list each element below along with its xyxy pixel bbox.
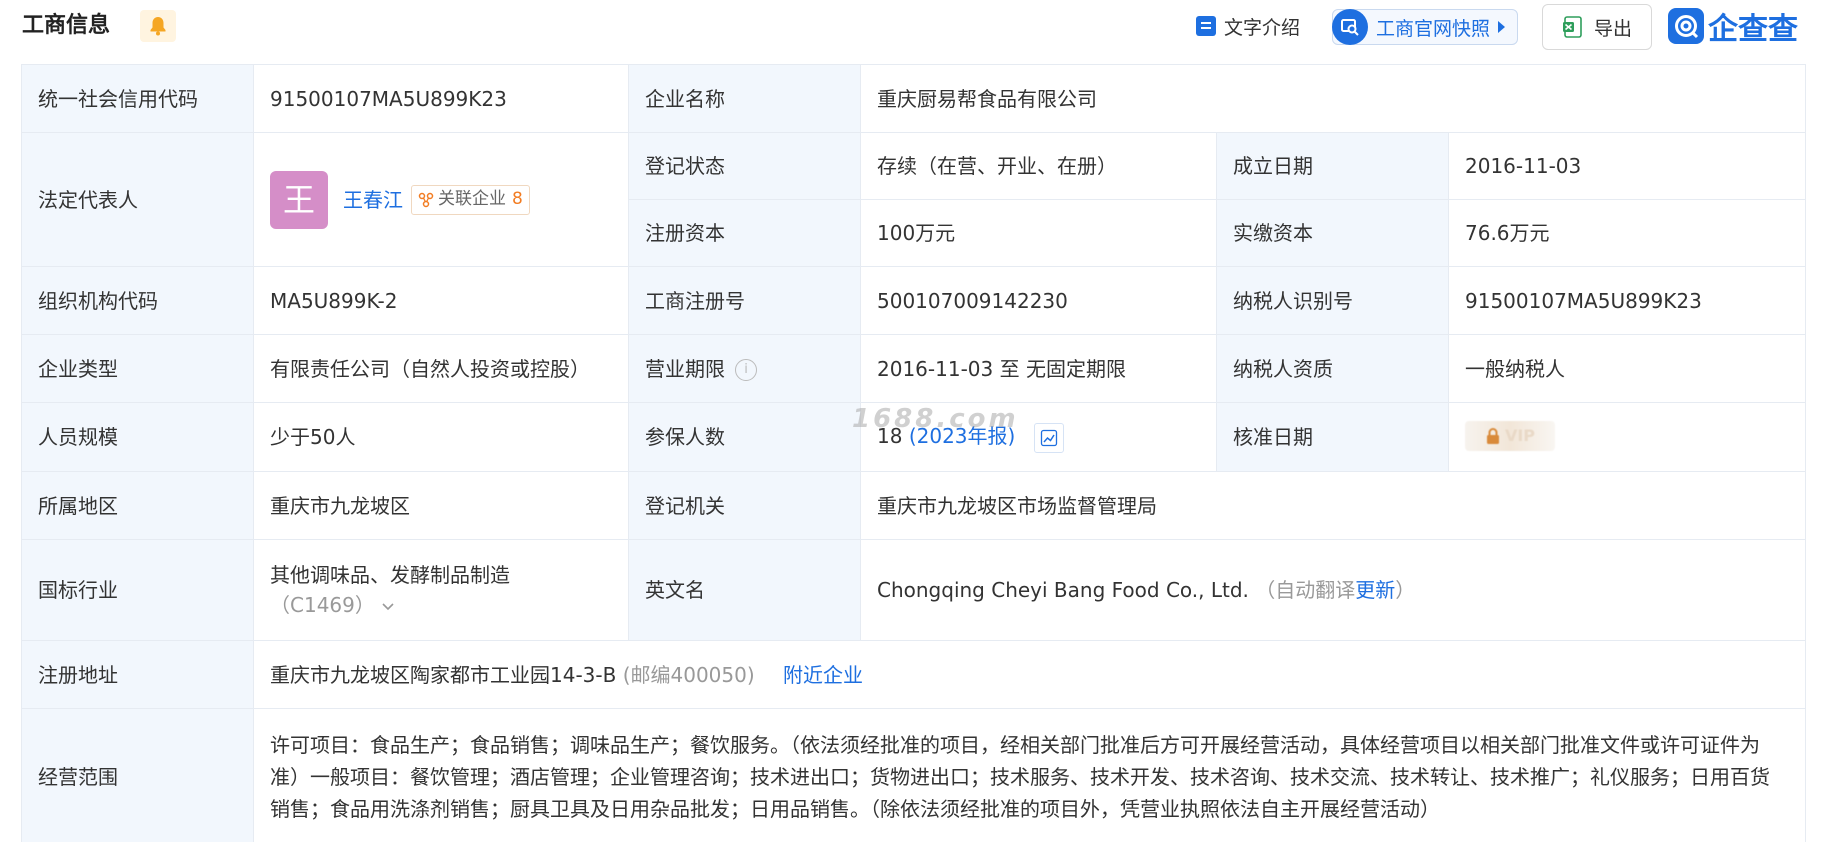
industry-value: 其他调味品、发酵制品制造 (270, 563, 510, 587)
reg-status-label: 登记状态 (628, 132, 861, 200)
industry-label: 国标行业 (21, 539, 254, 641)
lock-icon (1486, 428, 1499, 444)
company-name-value: 重庆厨易帮食品有限公司 (859, 64, 1807, 133)
reg-capital-value: 100万元 (860, 199, 1217, 267)
vip-label: VIP (1504, 426, 1536, 445)
reg-status-value: 存续（在营、开业、在册） (860, 132, 1217, 200)
english-name-value: Chongqing Cheyi Bang Food Co., Ltd. (877, 578, 1249, 602)
company-name-label: 企业名称 (628, 64, 861, 133)
watermark: 1688.com (852, 404, 1019, 434)
found-date-label: 成立日期 (1216, 132, 1449, 200)
caret-right-icon (1498, 21, 1506, 33)
export-label: 导出 (1593, 17, 1632, 40)
industry-code: （C1469） (270, 593, 375, 617)
related-companies-badge[interactable]: 关联企业 8 (411, 184, 530, 215)
text-intro-label: 文字介绍 (1224, 16, 1301, 39)
taxpayer-qual-label: 纳税人资质 (1216, 334, 1449, 403)
table-row: 统一社会信用代码 91500107MA5U899K23 企业名称 重庆厨易帮食品… (21, 64, 1807, 133)
export-button[interactable]: 导出 (1542, 4, 1652, 50)
postcode: (邮编400050) (622, 662, 755, 687)
chevron-down-icon (382, 602, 394, 610)
table-row: 企业类型 有限责任公司（自然人投资或控股） 营业期限 i 2016-11-03 至… (21, 334, 1807, 403)
staff-size-value: 少于50人 (253, 402, 629, 472)
english-name-cell: Chongqing Cheyi Bang Food Co., Ltd. （自动翻… (859, 539, 1807, 641)
doc-icon (1196, 16, 1216, 36)
address-label: 注册地址 (21, 640, 254, 709)
taxpayer-id-value: 91500107MA5U899K23 (1447, 266, 1807, 335)
logo-text: 企查查 (1708, 12, 1798, 47)
company-type-label: 企业类型 (21, 334, 254, 403)
legal-rep: 王 王春江 关联企业 8 (270, 170, 612, 229)
excel-icon (1562, 16, 1582, 38)
biz-term-label: 营业期限 (645, 356, 725, 381)
section-title: 工商信息 (22, 13, 111, 38)
region-label: 所属地区 (21, 471, 254, 540)
table-row: 组织机构代码 MA5U899K-2 工商注册号 500107009142230 … (21, 266, 1807, 335)
insured-label: 参保人数 (628, 402, 861, 472)
region-value: 重庆市九龙坡区 (253, 471, 629, 540)
scope-value: 许可项目：食品生产；食品销售；调味品生产；餐饮服务。（依法须经批准的项目，经相关… (252, 708, 1807, 842)
section-header: 工商信息 文字介绍 工商官网快照 导出 企查查 (0, 0, 1840, 56)
qcc-logo: 企查查 (1668, 6, 1798, 47)
relation-icon (418, 192, 434, 207)
search-snapshot-icon (1332, 9, 1368, 45)
legal-rep-cell: 王 王春江 关联企业 8 (253, 132, 629, 267)
table-row: 法定代表人 王 王春江 关联企业 8 登记状态 存续（在营、开业、在册） 成立日… (21, 132, 1807, 267)
paid-capital-label: 实缴资本 (1216, 199, 1449, 267)
found-date-value: 2016-11-03 (1447, 132, 1807, 200)
related-companies-count: 8 (512, 188, 523, 209)
reg-authority-label: 登记机关 (628, 471, 861, 540)
legal-rep-label: 法定代表人 (21, 132, 254, 267)
vip-locked-value[interactable]: VIP (1465, 421, 1555, 451)
chart-icon[interactable] (1033, 422, 1064, 453)
table-row: 国标行业 其他调味品、发酵制品制造 （C1469） 英文名 Chongqing … (21, 539, 1807, 641)
staff-size-label: 人员规模 (21, 402, 254, 472)
table-row: 注册地址 重庆市九龙坡区陶家都市工业园14-3-B (邮编400050) 附近企… (21, 640, 1807, 709)
address-value: 重庆市九龙坡区陶家都市工业园14-3-B (270, 662, 617, 687)
avatar[interactable]: 王 (270, 170, 328, 229)
english-name-label: 英文名 (628, 539, 861, 641)
bell-icon[interactable] (140, 10, 176, 42)
table-row: 经营范围 许可项目：食品生产；食品销售；调味品生产；餐饮服务。（依法须经批准的项… (21, 708, 1807, 842)
approve-date-cell: VIP (1447, 402, 1807, 472)
address-cell: 重庆市九龙坡区陶家都市工业园14-3-B (邮编400050) 附近企业 (252, 640, 1807, 709)
business-info-table: 统一社会信用代码 91500107MA5U899K23 企业名称 重庆厨易帮食品… (21, 64, 1807, 842)
scope-label: 经营范围 (21, 708, 254, 842)
biz-term-value: 2016-11-03 至 无固定期限 (860, 334, 1217, 403)
related-companies-label: 关联企业 (438, 188, 506, 209)
credit-code-label: 统一社会信用代码 (21, 64, 254, 133)
reg-no-label: 工商注册号 (628, 266, 861, 335)
qcc-logo-icon (1668, 8, 1704, 44)
official-snapshot-button[interactable]: 工商官网快照 (1332, 9, 1519, 45)
taxpayer-id-label: 纳税人识别号 (1216, 266, 1449, 335)
text-intro-button[interactable]: 文字介绍 (1196, 6, 1300, 46)
auto-translate-suffix: ） (1395, 578, 1416, 602)
official-snapshot-label: 工商官网快照 (1376, 17, 1491, 40)
paid-capital-value: 76.6万元 (1447, 199, 1807, 267)
auto-translate-prefix: （自动翻译 (1255, 578, 1356, 602)
industry-code-toggle[interactable]: （C1469） (270, 590, 612, 620)
reg-authority-value: 重庆市九龙坡区市场监督管理局 (859, 471, 1807, 540)
org-code-value: MA5U899K-2 (253, 266, 629, 335)
company-type-value: 有限责任公司（自然人投资或控股） (253, 334, 629, 403)
industry-cell: 其他调味品、发酵制品制造 （C1469） (253, 539, 629, 641)
reg-capital-label: 注册资本 (628, 199, 861, 267)
biz-term-cell: 营业期限 i (628, 334, 861, 403)
org-code-label: 组织机构代码 (21, 266, 254, 335)
approve-date-label: 核准日期 (1216, 402, 1449, 472)
reg-no-value: 500107009142230 (860, 266, 1217, 335)
table-row: 所属地区 重庆市九龙坡区 登记机关 重庆市九龙坡区市场监督管理局 (21, 471, 1807, 540)
credit-code-value: 91500107MA5U899K23 (253, 64, 629, 133)
legal-rep-name-link[interactable]: 王春江 (343, 185, 403, 215)
taxpayer-qual-value: 一般纳税人 (1447, 334, 1807, 403)
nearby-companies-link[interactable]: 附近企业 (783, 663, 863, 687)
translate-update-link[interactable]: 更新 (1355, 578, 1395, 602)
info-icon[interactable]: i (735, 359, 757, 381)
